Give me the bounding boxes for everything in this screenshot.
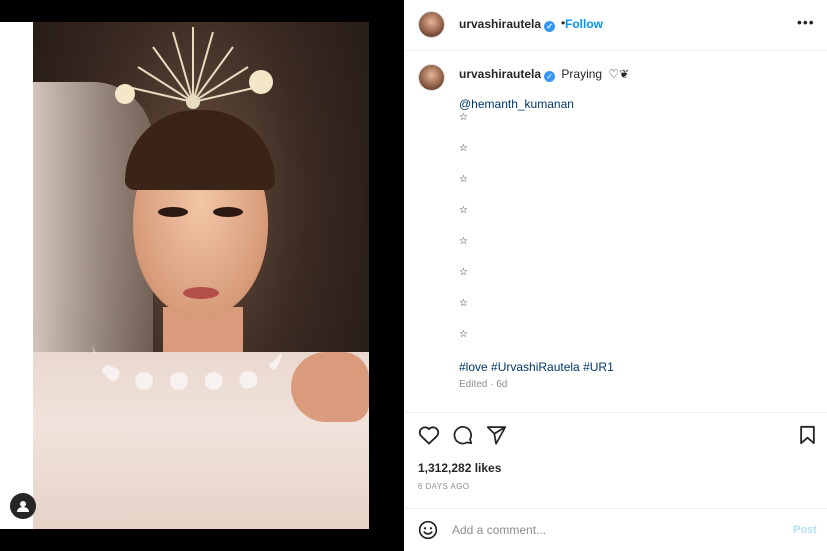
action-divider: [404, 412, 827, 413]
caption-username[interactable]: urvashirautela: [459, 67, 541, 81]
caption-emoji: ♡❦: [608, 67, 630, 81]
user-tag-icon[interactable]: [10, 493, 36, 519]
caption-text: Praying: [561, 67, 603, 81]
emoji-icon[interactable]: [418, 520, 438, 540]
post-details-panel: urvashirautela ✓ • Follow ••• urvashiraut…: [404, 0, 827, 551]
mention-link[interactable]: @hemanth_kumanan: [459, 97, 574, 111]
comment-input[interactable]: [452, 523, 752, 537]
star-line: ☆: [459, 143, 468, 154]
caption-avatar[interactable]: [418, 64, 445, 91]
image-lips: [183, 287, 219, 299]
image-hand: [291, 352, 369, 422]
caption-line: urvashirautela ✓ Praying ♡❦: [459, 67, 629, 82]
username-text[interactable]: urvashirautela: [459, 17, 541, 31]
hashtags-link[interactable]: #love #UrvashiRautela #UR1: [459, 360, 614, 374]
share-icon[interactable]: [486, 425, 507, 445]
star-line: ☆: [459, 298, 468, 309]
star-line: ☆: [459, 267, 468, 278]
star-line: ☆: [459, 174, 468, 185]
star-line: ☆: [459, 112, 468, 123]
verified-badge-icon: ✓: [544, 71, 556, 82]
image-necklace: [93, 344, 283, 390]
edited-timestamp: Edited · 6d: [459, 379, 508, 390]
star-line: ☆: [459, 329, 468, 340]
image-eye-left: [158, 207, 188, 217]
post-image[interactable]: [33, 22, 369, 529]
star-line: ☆: [459, 205, 468, 216]
username-link[interactable]: urvashirautela ✓: [459, 17, 556, 32]
star-line: ☆: [459, 236, 468, 247]
likes-count[interactable]: 1,312,282 likes: [418, 461, 501, 475]
comment-bar: Post: [404, 508, 827, 551]
media-left-gutter: [0, 22, 33, 529]
follow-button[interactable]: Follow: [565, 17, 603, 31]
avatar[interactable]: [418, 11, 445, 38]
heart-icon[interactable]: [418, 425, 440, 445]
verified-badge-icon: ✓: [544, 21, 556, 32]
bookmark-icon[interactable]: [799, 425, 816, 445]
post-comment-button[interactable]: Post: [793, 524, 817, 536]
more-options-icon[interactable]: •••: [797, 14, 815, 30]
comment-icon[interactable]: [452, 424, 473, 445]
image-crown: [115, 27, 273, 109]
post-date[interactable]: 6 DAYS AGO: [418, 482, 469, 491]
image-eye-right: [213, 207, 243, 217]
post-header: urvashirautela ✓ • Follow •••: [404, 0, 827, 51]
post-media-pane: [0, 0, 404, 551]
caption-area: urvashirautela ✓ Praying ♡❦ @hemanth_kuma…: [404, 52, 827, 412]
